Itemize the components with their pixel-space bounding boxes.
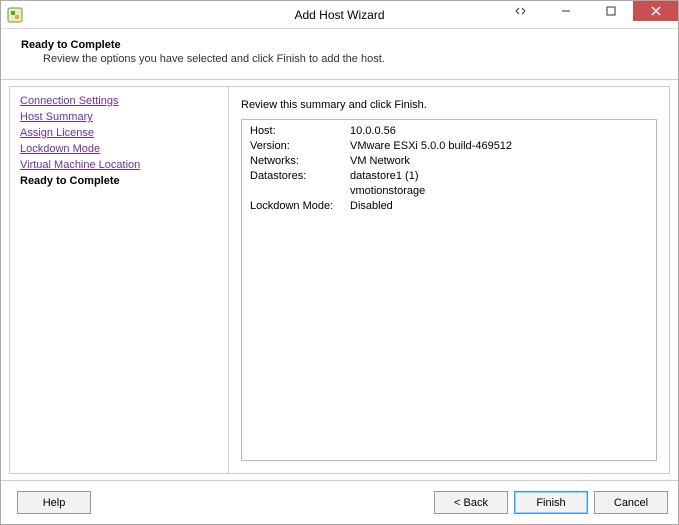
window-controls — [498, 1, 678, 28]
summary-row-datastores-2: vmotionstorage — [250, 184, 648, 199]
summary-label: Networks: — [250, 154, 350, 169]
app-icon — [7, 7, 23, 23]
summary-value: VM Network — [350, 154, 648, 169]
restore-icon[interactable] — [498, 1, 543, 21]
summary-box: Host: 10.0.0.56 Version: VMware ESXi 5.0… — [241, 119, 657, 461]
summary-label — [250, 184, 350, 199]
finish-button[interactable]: Finish — [514, 491, 588, 514]
header-title: Ready to Complete — [21, 39, 658, 51]
summary-label: Host: — [250, 124, 350, 139]
help-button[interactable]: Help — [17, 491, 91, 514]
step-connection-settings[interactable]: Connection Settings — [20, 93, 218, 109]
step-current: Ready to Complete — [20, 173, 218, 189]
wizard-window: Add Host Wizard Ready to Complete Review… — [0, 0, 679, 525]
summary-value: vmotionstorage — [350, 184, 648, 199]
wizard-header: Ready to Complete Review the options you… — [1, 29, 678, 80]
summary-row-host: Host: 10.0.0.56 — [250, 124, 648, 139]
summary-row-networks: Networks: VM Network — [250, 154, 648, 169]
summary-value: VMware ESXi 5.0.0 build-469512 — [350, 139, 648, 154]
summary-row-lockdown: Lockdown Mode: Disabled — [250, 199, 648, 214]
wizard-body: Connection Settings Host Summary Assign … — [1, 80, 678, 480]
summary-label: Version: — [250, 139, 350, 154]
summary-row-datastores: Datastores: datastore1 (1) — [250, 169, 648, 184]
wizard-footer: Help < Back Finish Cancel — [1, 480, 678, 524]
titlebar: Add Host Wizard — [1, 1, 678, 29]
content-panel: Review this summary and click Finish. Ho… — [229, 86, 670, 474]
minimize-button[interactable] — [543, 1, 588, 21]
close-button[interactable] — [633, 1, 678, 21]
summary-label: Lockdown Mode: — [250, 199, 350, 214]
cancel-button[interactable]: Cancel — [594, 491, 668, 514]
step-assign-license[interactable]: Assign License — [20, 125, 218, 141]
summary-value: Disabled — [350, 199, 648, 214]
steps-panel: Connection Settings Host Summary Assign … — [9, 86, 229, 474]
maximize-button[interactable] — [588, 1, 633, 21]
summary-value: 10.0.0.56 — [350, 124, 648, 139]
step-lockdown-mode[interactable]: Lockdown Mode — [20, 141, 218, 157]
step-host-summary[interactable]: Host Summary — [20, 109, 218, 125]
header-subtitle: Review the options you have selected and… — [43, 53, 658, 65]
summary-value: datastore1 (1) — [350, 169, 648, 184]
instruction-text: Review this summary and click Finish. — [241, 99, 657, 111]
back-button[interactable]: < Back — [434, 491, 508, 514]
summary-row-version: Version: VMware ESXi 5.0.0 build-469512 — [250, 139, 648, 154]
summary-label: Datastores: — [250, 169, 350, 184]
step-vm-location[interactable]: Virtual Machine Location — [20, 157, 218, 173]
